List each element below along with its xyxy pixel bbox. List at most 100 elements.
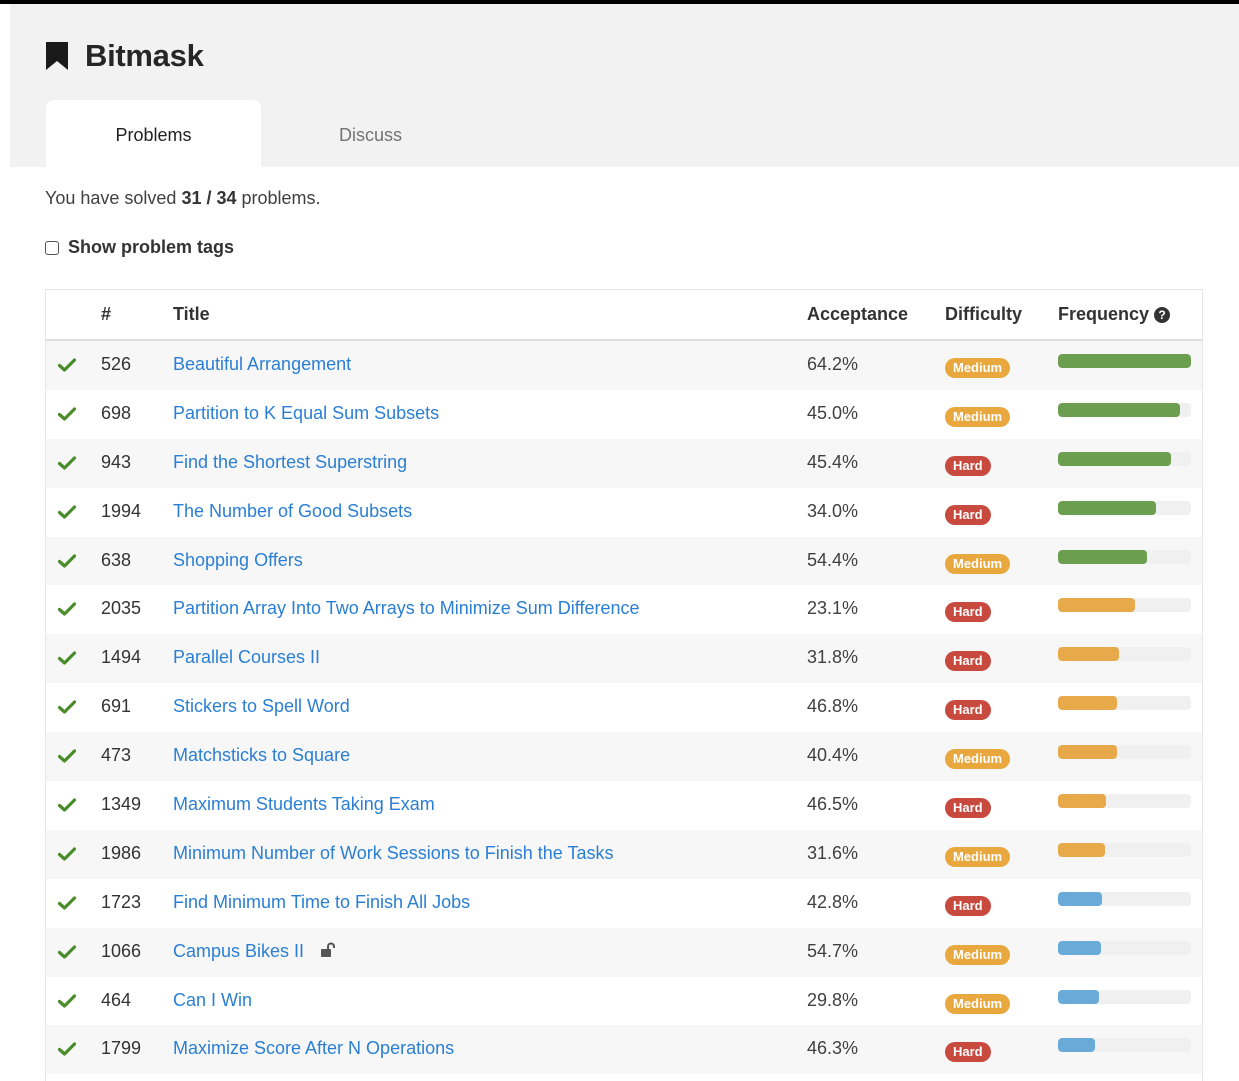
title-row: Bitmask — [45, 36, 204, 76]
frequency-bar-fill — [1058, 1038, 1096, 1053]
problem-title-link[interactable]: Shopping Offers — [173, 550, 303, 571]
problem-title-link[interactable]: Campus Bikes II — [173, 941, 336, 962]
frequency-bar-fill — [1058, 402, 1181, 417]
difficulty-badge: Medium — [945, 358, 1011, 378]
table-row: 1799 Maximize Score After N Operations 46.… — [46, 1025, 1202, 1075]
acceptance-rate: 54.7% — [807, 940, 859, 961]
acceptance-rate: 23.1% — [807, 598, 859, 619]
problem-title-link[interactable]: The Number of Good Subsets — [173, 501, 412, 522]
problem-table: # Title Acceptance Difficulty Frequency?… — [45, 289, 1203, 1081]
frequency-bar-fill — [1058, 989, 1100, 1004]
frequency-bar-fill — [1058, 696, 1117, 711]
acceptance-rate: 46.8% — [807, 696, 859, 717]
acceptance-rate: 40.4% — [807, 745, 859, 766]
problem-title-link[interactable]: Find Minimum Time to Finish All Jobs — [173, 892, 470, 913]
problem-title: Find Minimum Time to Finish All Jobs — [173, 891, 471, 912]
table-row: 638 Shopping Offers 54.4% Medium — [46, 536, 1202, 586]
problem-number: 1799 — [101, 1038, 142, 1059]
frequency-bar-fill — [1058, 940, 1101, 955]
problem-title: Matchsticks to Square — [173, 745, 351, 766]
frequency-bar — [1058, 1038, 1191, 1053]
problem-title-link[interactable]: Can I Win — [173, 990, 252, 1011]
acceptance-rate: 29.8% — [807, 989, 859, 1010]
problem-title: Maximum Students Taking Exam — [173, 794, 435, 815]
problem-title: Campus Bikes II — [173, 940, 305, 961]
frequency-bar — [1058, 745, 1191, 760]
acceptance-rate: 34.0% — [807, 500, 859, 521]
frequency-bar-fill — [1058, 354, 1191, 368]
solved-check-icon — [58, 993, 76, 1008]
table-row: 464 Can I Win 29.8% Medium — [46, 977, 1202, 1026]
solved-suffix: problems. — [236, 188, 321, 208]
question-circle-icon[interactable]: ? — [1154, 307, 1171, 323]
solved-check-icon — [58, 505, 76, 519]
frequency-bar-fill — [1058, 891, 1102, 906]
problem-title-link[interactable]: Partition to K Equal Sum Subsets — [173, 403, 439, 424]
frequency-bar — [1058, 842, 1191, 857]
difficulty-badge: Medium — [945, 846, 1011, 867]
difficulty-badge: Hard — [945, 455, 991, 476]
column-frequency-header[interactable]: Frequency? — [1058, 304, 1171, 325]
table-row: 698 Partition to K Equal Sum Subsets 45.0%… — [46, 390, 1202, 439]
difficulty-badge: Hard — [945, 602, 991, 623]
problem-number: 1986 — [101, 842, 142, 863]
acceptance-rate: 31.6% — [807, 842, 859, 863]
tab-problems[interactable]: Problems — [46, 100, 261, 171]
column-acceptance-header[interactable]: Acceptance — [807, 304, 908, 325]
solved-prefix: You have solved — [45, 188, 182, 208]
show-tags-toggle[interactable]: Show problem tags — [45, 237, 234, 258]
frequency-bar — [1058, 402, 1191, 417]
problem-title: Partition to K Equal Sum Subsets — [173, 402, 440, 423]
problem-title: Shopping Offers — [173, 549, 303, 570]
problem-number: 473 — [101, 745, 132, 766]
difficulty-badge: Medium — [945, 406, 1011, 427]
solved-check-icon — [58, 358, 76, 372]
solved-count: 31 / 34 — [181, 188, 237, 208]
tab-discuss[interactable]: Discuss — [268, 100, 473, 171]
problem-title-link[interactable]: Parallel Courses II — [173, 647, 320, 668]
table-row: 1349 Maximum Students Taking Exam 46.5% Har… — [46, 781, 1202, 830]
frequency-bar — [1058, 500, 1191, 515]
problem-title: Partition Array Into Two Arrays to Minim… — [173, 598, 640, 619]
problem-title-link[interactable]: Maximize Score After N Operations — [173, 1038, 454, 1059]
problem-number: 1994 — [101, 500, 142, 521]
problem-title-link[interactable]: Minimum Number of Work Sessions to Finis… — [173, 843, 613, 864]
problem-title: Minimum Number of Work Sessions to Finis… — [173, 842, 614, 863]
problem-title-link[interactable]: Find the Shortest Superstring — [173, 452, 407, 473]
difficulty-badge: Medium — [945, 553, 1011, 574]
frequency-bar-fill — [1058, 794, 1106, 809]
page-header: Bitmask Problems Discuss — [10, 4, 1239, 171]
solved-check-icon — [58, 651, 76, 665]
acceptance-rate: 46.5% — [807, 794, 859, 815]
table-row: 526 Beautiful Arrangement 64.2% Medium — [46, 341, 1202, 390]
table-row: 473 Matchsticks to Square 40.4% Medium — [46, 732, 1202, 782]
problem-title-link[interactable]: Beautiful Arrangement — [173, 354, 351, 375]
problem-number: 698 — [101, 402, 132, 423]
frequency-bar — [1058, 891, 1191, 906]
problem-title-link[interactable]: Partition Array Into Two Arrays to Minim… — [173, 598, 640, 619]
acceptance-rate: 31.8% — [807, 647, 859, 668]
problem-title-link[interactable]: Matchsticks to Square — [173, 745, 350, 766]
acceptance-rate: 45.4% — [807, 451, 859, 472]
problem-number: 1494 — [101, 647, 142, 668]
table-header: # Title Acceptance Difficulty Frequency? — [46, 290, 1202, 341]
frequency-bar — [1058, 647, 1191, 662]
difficulty-badge: Medium — [945, 749, 1011, 770]
column-number-header[interactable]: # — [101, 304, 111, 325]
show-tags-checkbox[interactable] — [45, 240, 59, 255]
frequency-bar — [1058, 794, 1191, 809]
frequency-bar — [1058, 549, 1191, 564]
difficulty-badge: Hard — [945, 504, 991, 525]
table-row: 1494 Parallel Courses II 31.8% Hard — [46, 634, 1202, 684]
problem-title-link[interactable]: Maximum Students Taking Exam — [173, 794, 435, 815]
problem-title: Find the Shortest Superstring — [173, 451, 408, 472]
column-difficulty-header[interactable]: Difficulty — [945, 304, 1022, 325]
column-title-header[interactable]: Title — [173, 304, 210, 325]
table-row: 1066 Campus Bikes II 54.7% Medium — [46, 927, 1202, 977]
acceptance-rate: 45.0% — [807, 402, 859, 423]
problem-title-link[interactable]: Stickers to Spell Word — [173, 696, 350, 717]
difficulty-badge: Medium — [945, 993, 1011, 1014]
frequency-bar-fill — [1058, 598, 1136, 613]
solved-check-icon — [58, 700, 76, 714]
problem-number: 691 — [101, 696, 132, 717]
